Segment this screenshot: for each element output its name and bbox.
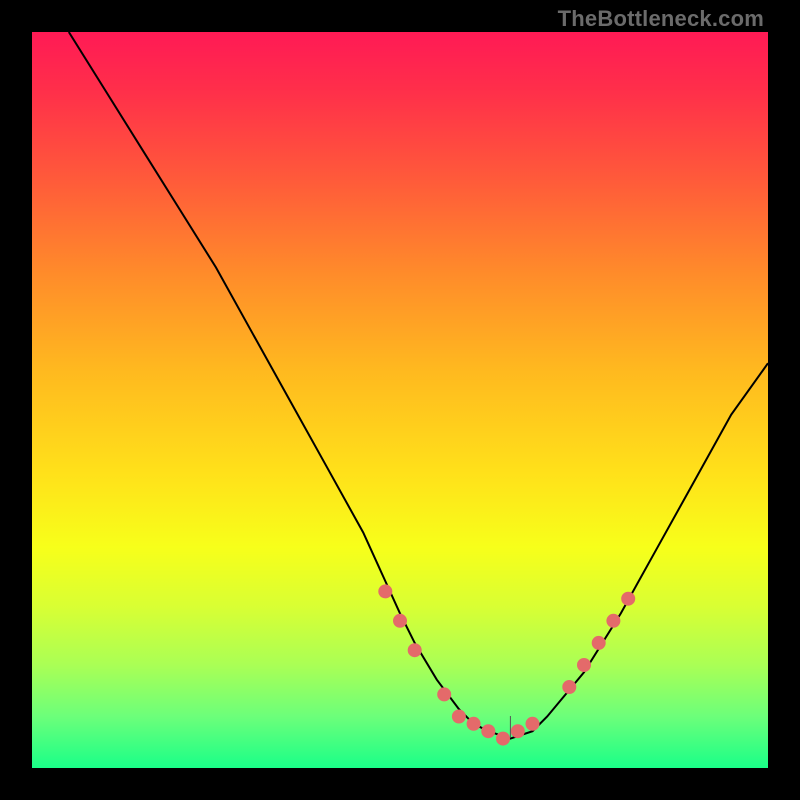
bottleneck-curve [69,32,768,739]
plot-area [32,32,768,768]
curve-group [69,32,768,739]
highlight-dot [526,717,539,730]
highlight-dot [511,725,524,738]
highlight-dot [467,717,480,730]
highlight-dot [578,659,591,672]
highlight-dot [482,725,495,738]
highlight-dots [379,585,635,745]
chart-stage: TheBottleneck.com [0,0,800,800]
attribution-text: TheBottleneck.com [558,6,764,32]
chart-svg [32,32,768,768]
highlight-dot [592,636,605,649]
highlight-dot [563,681,576,694]
highlight-dot [607,614,620,627]
highlight-dot [408,644,421,657]
highlight-dot [452,710,465,723]
highlight-dot [497,732,510,745]
highlight-dot [394,614,407,627]
highlight-dot [622,592,635,605]
highlight-dot [438,688,451,701]
highlight-dot [379,585,392,598]
